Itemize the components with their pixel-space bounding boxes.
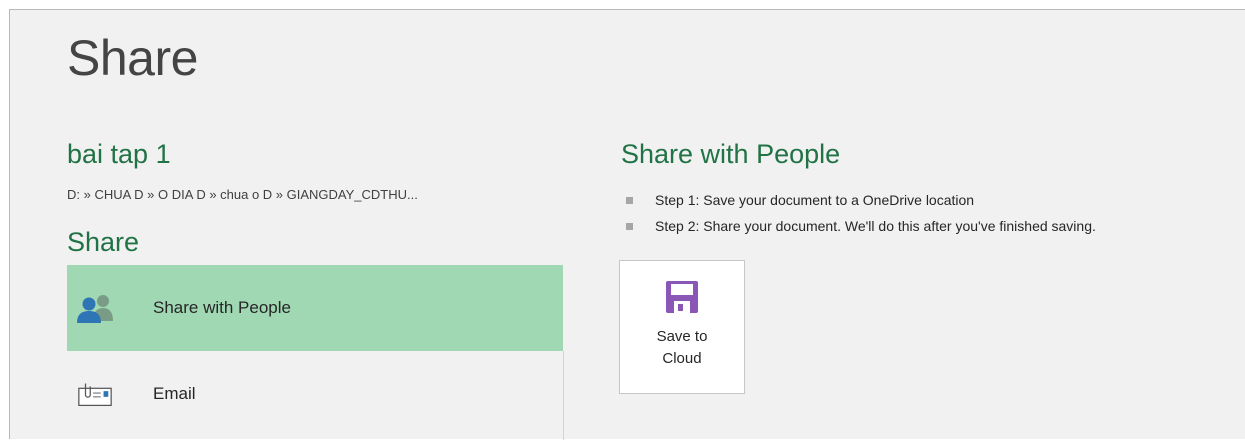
people-icon — [76, 291, 114, 325]
bullet-icon — [626, 196, 633, 204]
share-section-heading: Share — [67, 227, 140, 257]
share-with-people-item[interactable]: Share with People — [67, 265, 563, 351]
save-disk-icon — [665, 280, 699, 314]
document-path: D: » CHUA D » O DIA D » chua o D » GIANG… — [67, 187, 418, 202]
step-text: Step 2: Share your document. We'll do th… — [655, 218, 1096, 234]
list-item: Step 2: Share your document. We'll do th… — [621, 213, 1096, 239]
share-with-people-label: Share with People — [153, 298, 291, 317]
email-item[interactable]: Email — [67, 351, 563, 437]
save-to-cloud-button[interactable]: Save to Cloud — [619, 260, 745, 394]
menu-divider — [563, 351, 564, 440]
email-label: Email — [153, 384, 196, 403]
steps-list: Step 1: Save your document to a OneDrive… — [621, 187, 1096, 239]
page-title: Share — [67, 30, 198, 86]
bullet-icon — [626, 222, 633, 230]
share-with-people-heading: Share with People — [621, 139, 841, 169]
document-name: bai tap 1 — [67, 139, 171, 169]
share-menu: Share with People Email — [67, 265, 563, 437]
email-icon — [76, 377, 114, 411]
list-item: Step 1: Save your document to a OneDrive… — [621, 187, 1096, 213]
save-to-cloud-label: Save to Cloud — [656, 328, 708, 367]
backstage-panel: Share bai tap 1 D: » CHUA D » O DIA D » … — [9, 9, 1245, 440]
step-text: Step 1: Save your document to a OneDrive… — [655, 192, 975, 208]
